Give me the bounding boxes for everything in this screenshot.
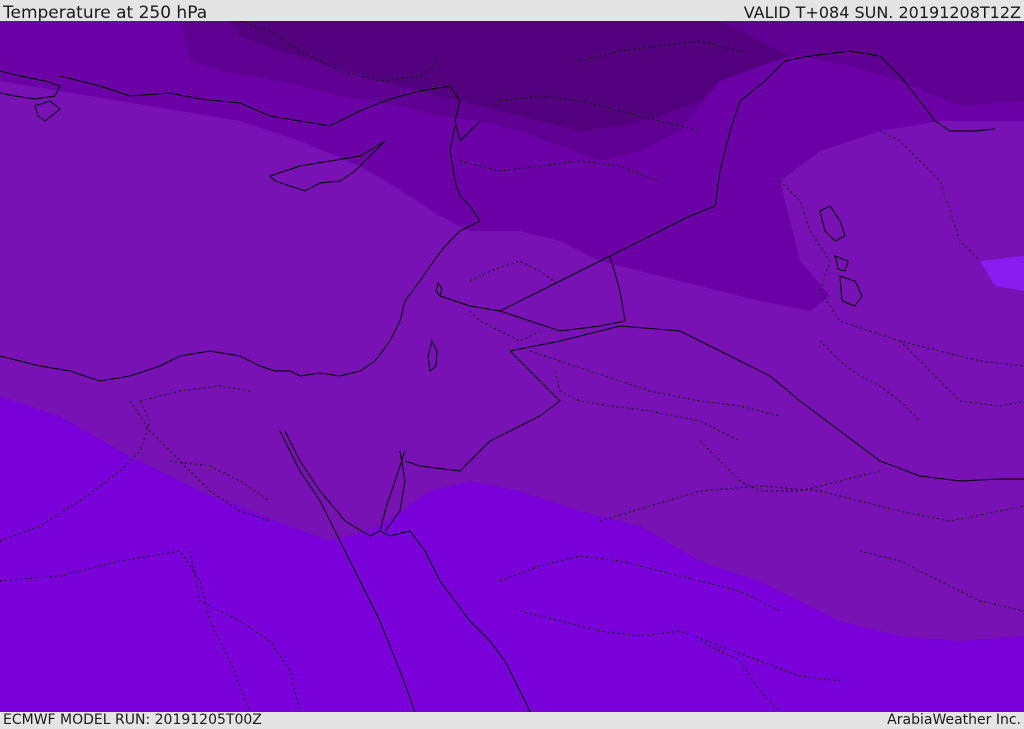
map-title: Temperature at 250 hPa: [3, 3, 208, 23]
header-bar: Temperature at 250 hPa VALID T+084 SUN. …: [0, 0, 1024, 23]
weather-map[interactable]: [0, 21, 1024, 712]
temperature-map-canvas[interactable]: [0, 21, 1024, 712]
footer-bar: ECMWF MODEL RUN: 20191205T00Z ArabiaWeat…: [0, 712, 1024, 729]
valid-time-label: VALID T+084 SUN. 20191208T12Z: [743, 3, 1021, 22]
model-run-label: ECMWF MODEL RUN: 20191205T00Z: [3, 712, 262, 728]
credit-label: ArabiaWeather Inc.: [887, 712, 1021, 728]
